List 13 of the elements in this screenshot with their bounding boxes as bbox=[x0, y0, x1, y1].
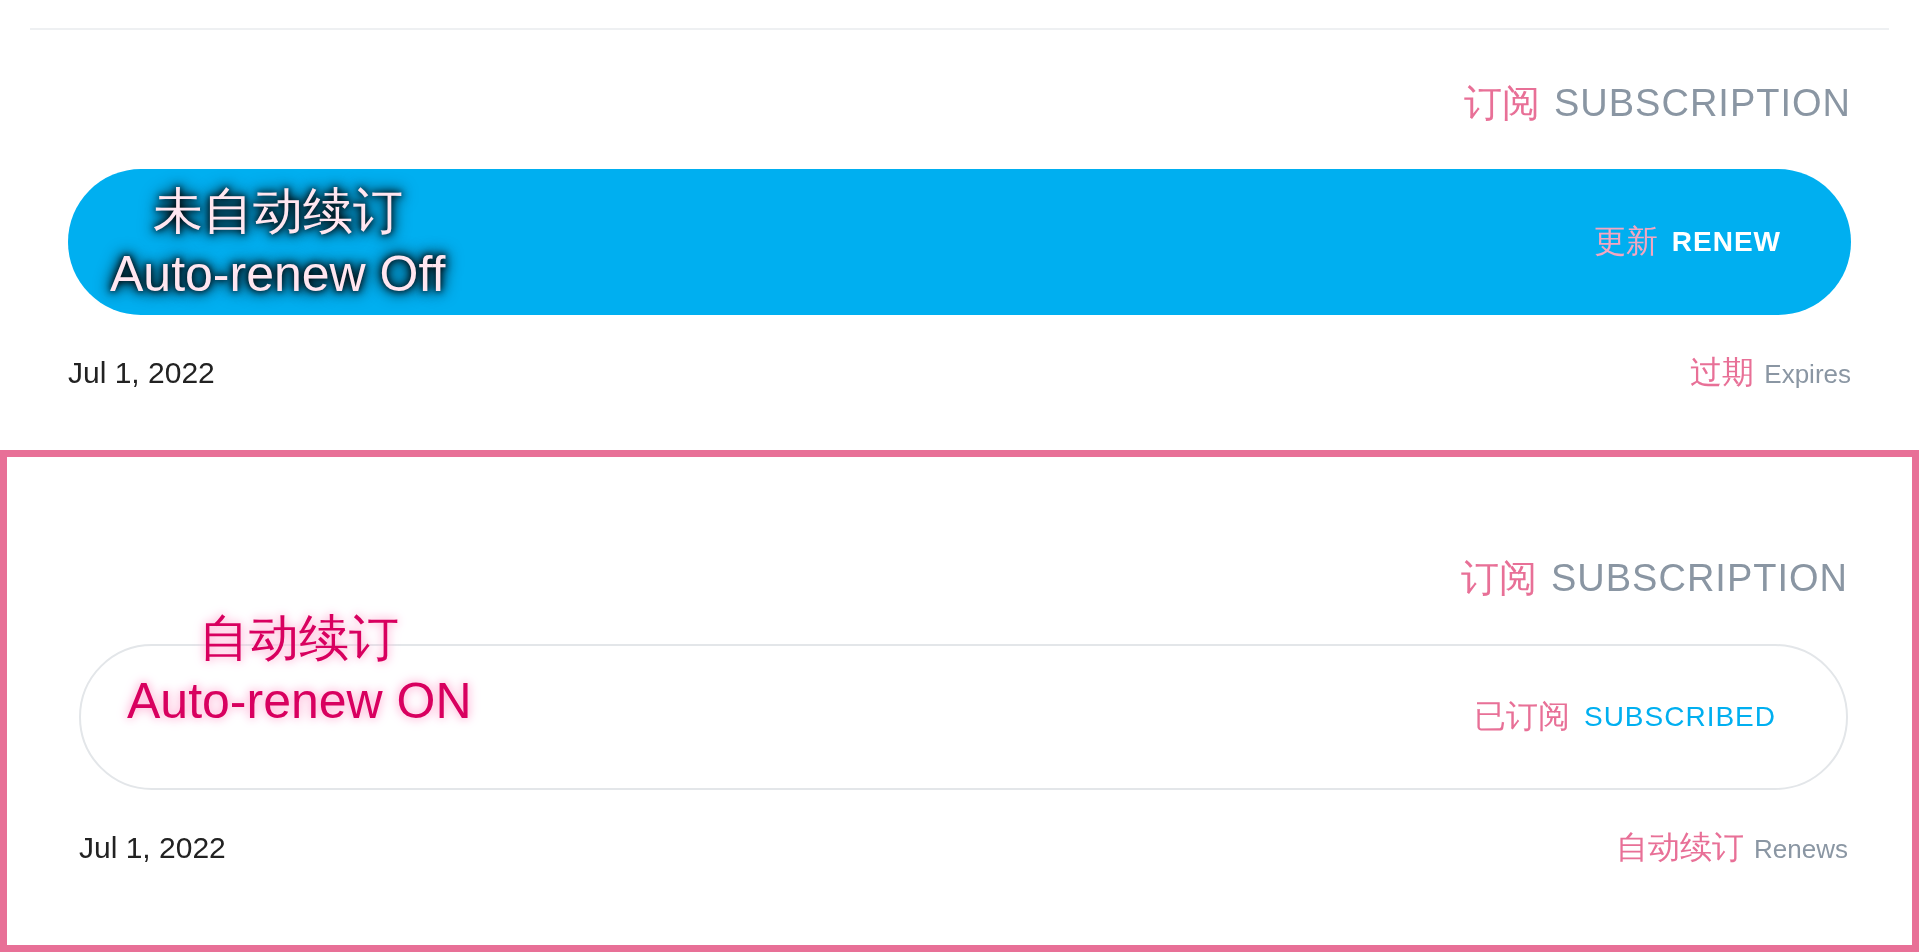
date-label: Renews bbox=[1754, 834, 1848, 865]
translation-note: 过期 bbox=[1690, 353, 1755, 392]
translation-note: 订阅 bbox=[1460, 556, 1537, 601]
date-label: Expires bbox=[1764, 359, 1851, 390]
translation-note: 订阅 bbox=[1463, 81, 1540, 126]
annotation-text: Auto-renew Off bbox=[110, 244, 446, 304]
annotation-text: 未自动续订 bbox=[152, 182, 403, 241]
date-value: Jul 1, 2022 bbox=[79, 831, 226, 865]
section-title: SUBSCRIPTION bbox=[1553, 82, 1851, 125]
section-title: SUBSCRIPTION bbox=[1550, 557, 1848, 600]
annotation-text: Auto-renew ON bbox=[127, 671, 472, 731]
translation-note: 自动续订 bbox=[1616, 828, 1745, 867]
date-value: Jul 1, 2022 bbox=[68, 356, 215, 390]
